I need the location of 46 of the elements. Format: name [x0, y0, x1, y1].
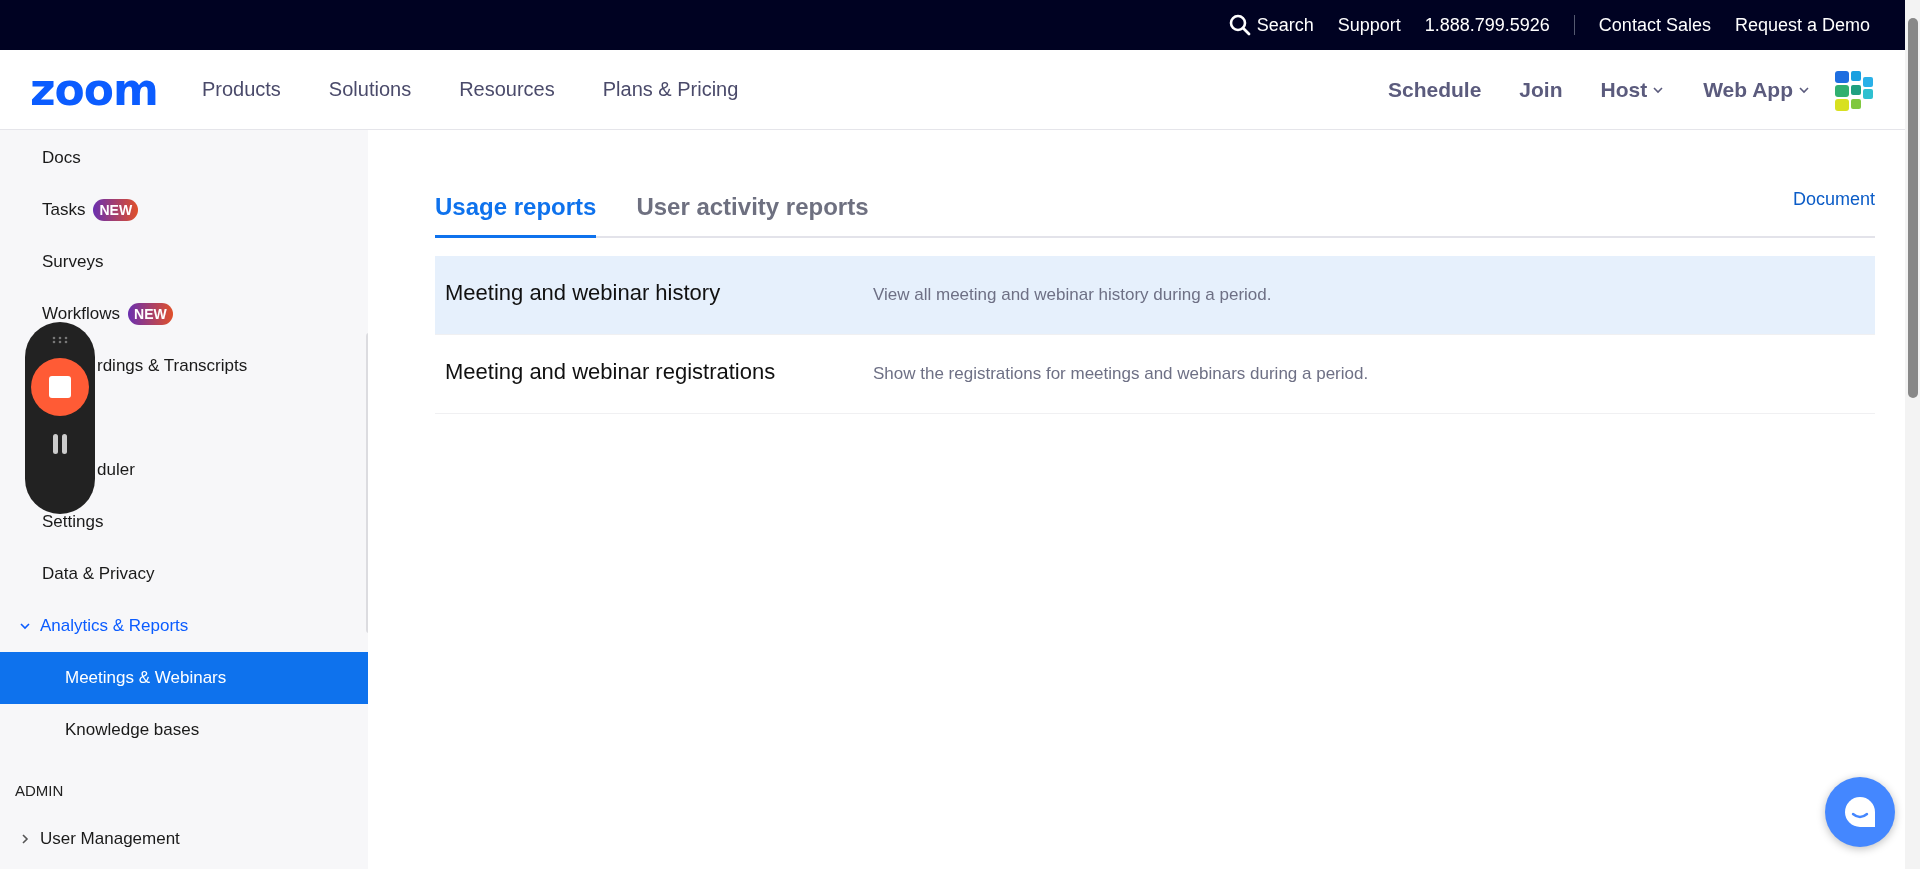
drag-handle-icon[interactable] [52, 336, 68, 344]
top-link[interactable]: Request a Demo [1734, 14, 1870, 36]
top-link[interactable]: Support [1337, 14, 1401, 36]
nav-action[interactable]: Host [1600, 77, 1666, 102]
new-badge: NEW [128, 303, 173, 325]
sidebar-item[interactable]: Settings [0, 496, 368, 548]
new-badge: NEW [93, 199, 139, 221]
tab[interactable]: Usage reports [435, 193, 597, 238]
report-title[interactable]: Meeting and webinar registrations [435, 359, 873, 385]
nav-action[interactable]: Schedule [1387, 77, 1482, 102]
sidebar-item[interactable]: Meetings & Webinars [0, 652, 368, 704]
stop-icon [49, 376, 71, 398]
report-description: Show the registrations for meetings and webinars during a period. [873, 364, 1369, 384]
stop-button[interactable] [31, 358, 89, 416]
search-icon [1228, 14, 1251, 36]
logo[interactable]: zoom [30, 67, 158, 112]
report-row[interactable]: Meeting and webinar history View all meeting and webinar history during a period. [435, 256, 1875, 335]
sidebar-item[interactable]: Data & Privacy [0, 548, 368, 600]
pause-icon [52, 434, 68, 454]
sidebar-group[interactable]: User Management [40, 829, 180, 849]
sidebar-item[interactable]: rdings & Transcripts [0, 340, 368, 392]
chat-button[interactable] [1825, 777, 1895, 847]
scrollbar[interactable] [1905, 0, 1920, 869]
sidebar-item[interactable]: Knowledge bases [0, 704, 368, 756]
tab[interactable]: User activity reports [636, 193, 869, 238]
sidebar-item[interactable]: duler [0, 444, 368, 496]
sidebar-item[interactable]: Workflows NEW [0, 288, 368, 340]
nav-menu-item[interactable]: Solutions [328, 78, 412, 101]
top-link[interactable]: 1.888.799.5926 [1424, 14, 1550, 36]
section-heading: ADMIN [14, 781, 65, 801]
nav-menu-item[interactable]: Resources [459, 78, 555, 101]
sidebar-group[interactable]: Analytics & Reports [40, 616, 189, 636]
nav-action[interactable]: Join [1519, 77, 1563, 102]
sidebar-item[interactable]: Docs [0, 132, 368, 184]
document-link[interactable]: Document [1792, 188, 1875, 210]
search-link[interactable]: Search [1228, 14, 1314, 36]
top-link[interactable]: Contact Sales [1598, 14, 1711, 36]
sidebar-item[interactable]: Surveys [0, 236, 368, 288]
report-description: View all meeting and webinar history during a period. [873, 285, 1272, 305]
report-title[interactable]: Meeting and webinar history [435, 280, 873, 306]
app-grid-icon[interactable] [1835, 68, 1875, 111]
sidebar-item[interactable]: Tasks NEW [0, 184, 368, 236]
chat-icon [1843, 795, 1877, 829]
nav-action[interactable]: Web App [1703, 77, 1811, 102]
nav-menu-item[interactable]: Plans & Pricing [602, 78, 739, 101]
nav-menu-item[interactable]: Products [201, 78, 281, 101]
